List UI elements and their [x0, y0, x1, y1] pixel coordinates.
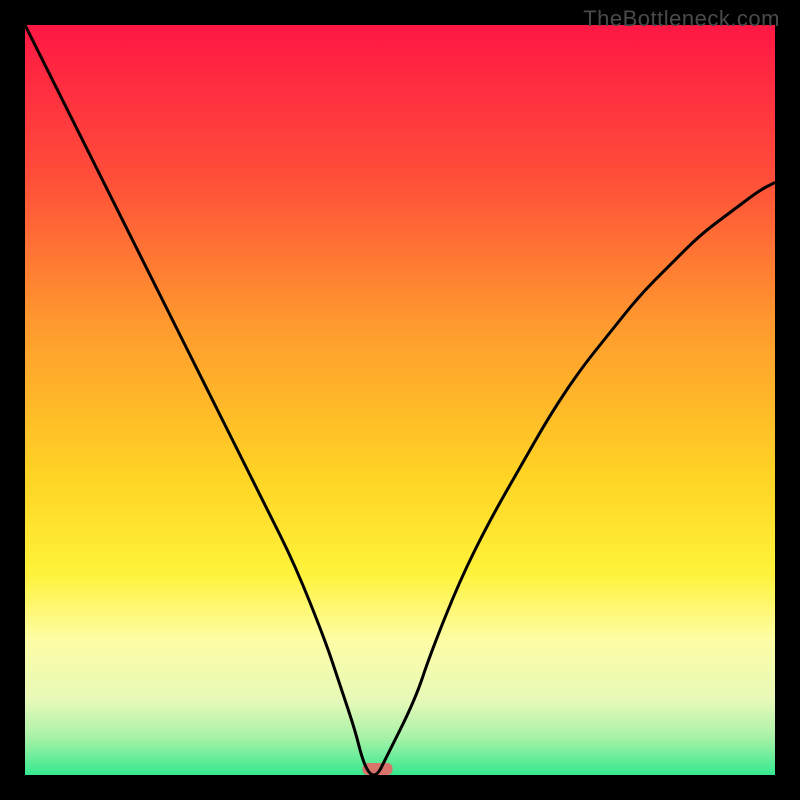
bottleneck-chart	[25, 25, 775, 775]
watermark-text: TheBottleneck.com	[583, 6, 780, 32]
chart-svg	[25, 25, 775, 775]
gradient-background	[25, 25, 775, 775]
